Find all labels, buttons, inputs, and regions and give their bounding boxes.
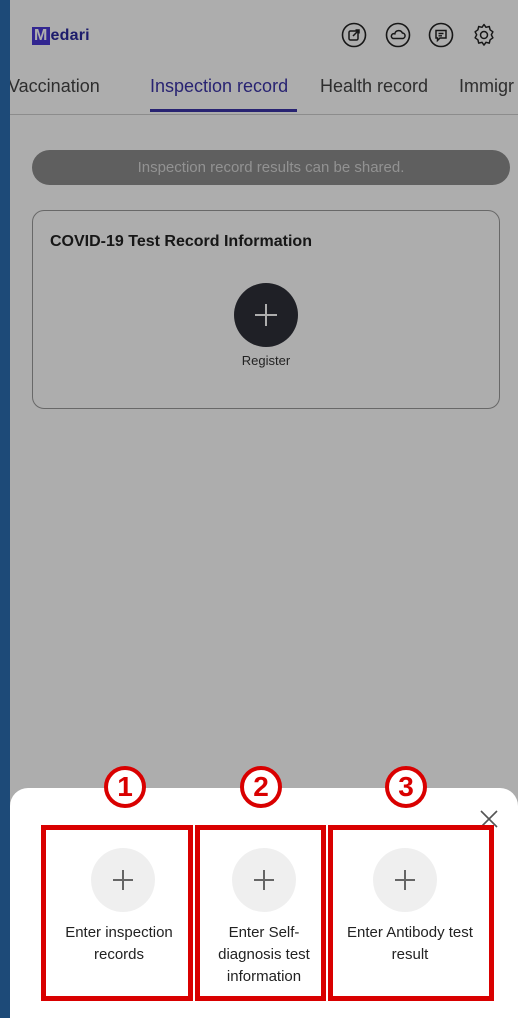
- annotation-box-1: [41, 825, 193, 1001]
- app-screen: Medari Vaccination Inspection record Hea…: [10, 0, 518, 1018]
- annotation-box-2: [195, 825, 326, 1001]
- annotation-box-3: [328, 825, 494, 1001]
- annotation-number-1: 1: [104, 766, 146, 808]
- annotation-number-2: 2: [240, 766, 282, 808]
- annotation-number-3: 3: [385, 766, 427, 808]
